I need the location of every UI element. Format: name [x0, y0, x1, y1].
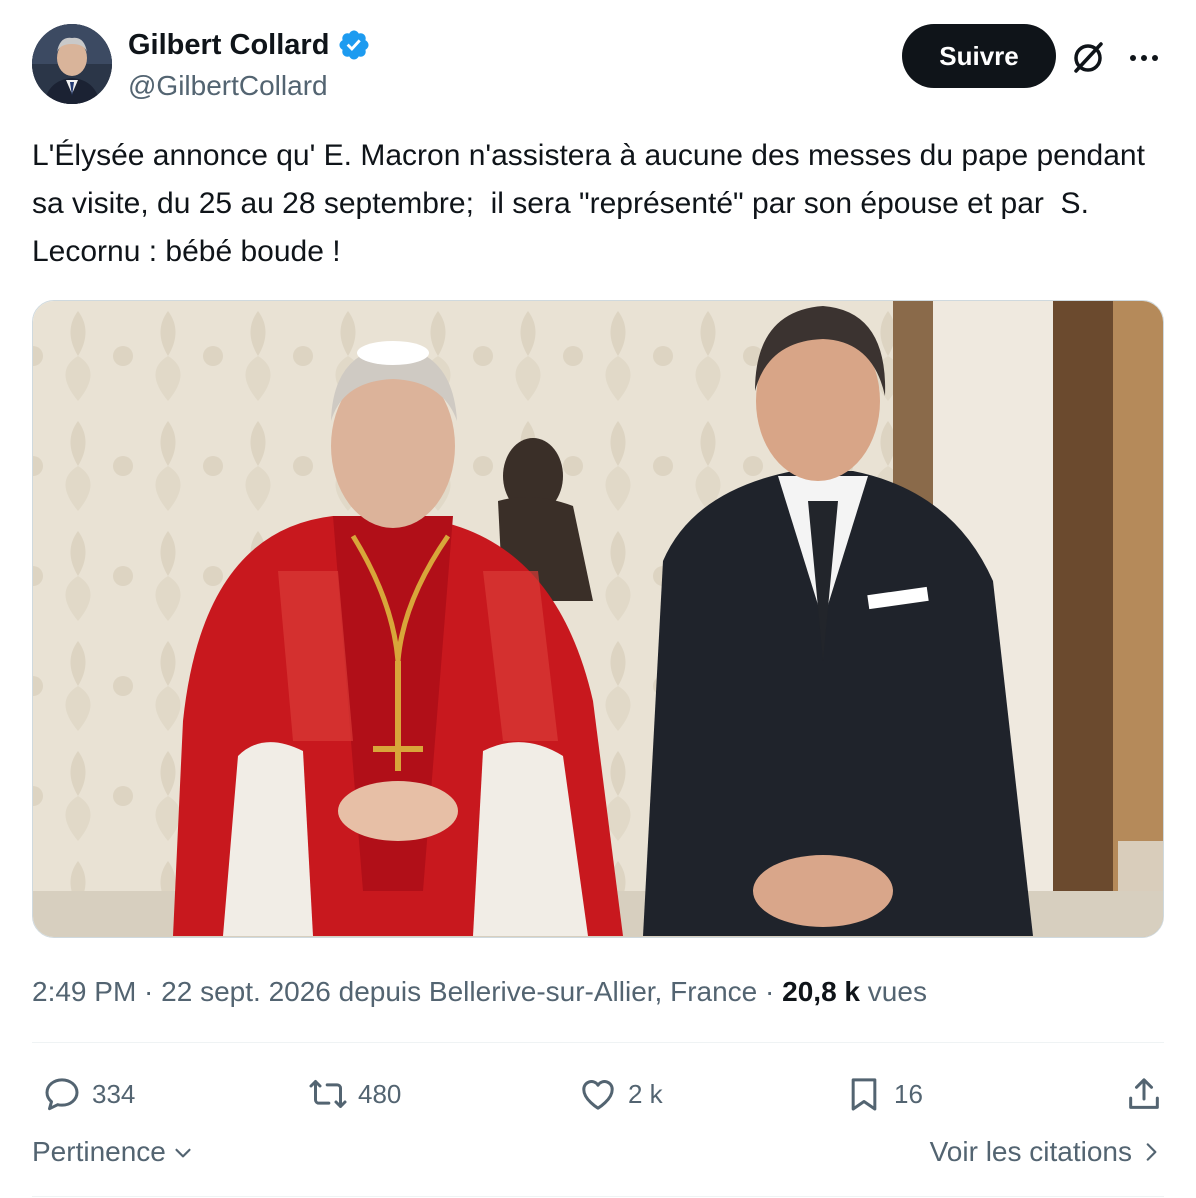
tweet-time[interactable]: 2:49 PM [32, 976, 136, 1007]
bookmark-button[interactable]: 16 [844, 1066, 923, 1122]
repost-count: 480 [358, 1078, 402, 1109]
meta-separator: · [757, 976, 783, 1007]
divider [32, 1042, 1164, 1043]
bookmark-icon [851, 1078, 877, 1111]
meta-separator: · [136, 976, 162, 1007]
more-icon[interactable] [1124, 38, 1164, 78]
reply-icon [45, 1078, 79, 1111]
avatar[interactable] [32, 24, 112, 104]
reply-button[interactable]: 334 [42, 1066, 135, 1122]
repost-icon [309, 1080, 347, 1108]
author-info: Gilbert Collard @GilbertCollard [128, 28, 371, 104]
quotes-label: Voir les citations [929, 1136, 1132, 1167]
tweet-text: L'Élysée annonce qu' E. Macron n'assiste… [32, 139, 1154, 268]
like-button[interactable]: 2 k [578, 1066, 663, 1122]
share-icon [1129, 1078, 1159, 1109]
views-count: 20,8 k [782, 976, 861, 1007]
follow-button[interactable]: Suivre [902, 24, 1056, 88]
tweet-header: Gilbert Collard @GilbertCollard Suivre [32, 24, 1164, 106]
tweet-meta: 2:49 PM · 22 sept. 2026 depuis Bellerive… [32, 972, 927, 1012]
author-handle[interactable]: @GilbertCollard [128, 68, 371, 104]
sort-dropdown[interactable]: Pertinence [32, 1136, 196, 1168]
verified-badge-icon[interactable] [337, 28, 371, 62]
action-bar: 334 480 2 k 16 [32, 1066, 1164, 1122]
tweet-date-location[interactable]: 22 sept. 2026 depuis Bellerive-sur-Allie… [161, 976, 757, 1007]
share-button[interactable] [1124, 1066, 1164, 1122]
like-count: 2 k [628, 1078, 663, 1109]
like-icon [582, 1080, 614, 1110]
view-quotes-link[interactable]: Voir les citations [930, 1136, 1164, 1168]
chevron-right-icon [1146, 1143, 1157, 1161]
views-label: vues [860, 976, 927, 1007]
grok-icon[interactable] [1068, 38, 1108, 78]
repost-button[interactable]: 480 [308, 1066, 401, 1122]
chevron-down-icon [175, 1148, 191, 1158]
bookmark-count: 16 [894, 1078, 923, 1109]
reply-count: 334 [92, 1078, 136, 1109]
replies-controls: Pertinence Voir les citations [32, 1136, 1164, 1176]
divider [32, 1196, 1164, 1197]
sort-label: Pertinence [32, 1136, 166, 1167]
author-display-name[interactable]: Gilbert Collard [128, 28, 329, 62]
tweet-photo[interactable] [32, 300, 1164, 938]
